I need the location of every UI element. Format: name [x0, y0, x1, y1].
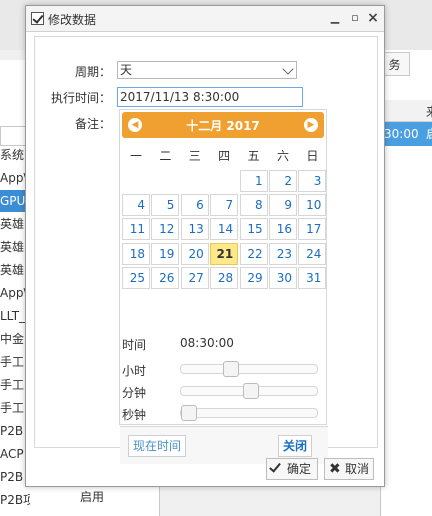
- background-list-item[interactable]: P2B项目: [0, 489, 30, 511]
- check-icon: [269, 460, 281, 473]
- hour-slider-handle[interactable]: [223, 361, 240, 377]
- background-column-header: 来: [380, 100, 432, 122]
- calendar-day[interactable]: 25: [122, 266, 150, 289]
- second-slider[interactable]: [180, 405, 318, 421]
- calendar-day[interactable]: 10: [298, 194, 327, 217]
- calendar-empty-cell: [151, 170, 180, 192]
- calendar-day[interactable]: 3: [298, 170, 327, 192]
- datepicker-header: ◀ 十二月 2017 ▶: [122, 112, 324, 138]
- datepicker-month-title[interactable]: 十二月 2017: [122, 117, 324, 134]
- weekday-label: 五: [247, 149, 260, 163]
- background-row-time: 30:00: [384, 127, 419, 141]
- calendar-day[interactable]: 17: [298, 218, 327, 241]
- background-column-header-label: 来: [426, 103, 432, 120]
- cancel-button-label: 取消: [345, 462, 370, 476]
- note-label: 备注：: [74, 117, 111, 131]
- calendar-day[interactable]: 15: [239, 218, 268, 241]
- close-x-icon: ✖: [329, 461, 341, 477]
- dialog-title: 修改数据: [48, 13, 97, 27]
- calendar-day[interactable]: 6: [180, 194, 209, 217]
- exec-time-input[interactable]: 2017/11/13 8:30:00: [117, 87, 303, 107]
- calendar-day[interactable]: 2: [269, 170, 297, 192]
- calendar-day[interactable]: 19: [151, 242, 180, 265]
- weekday-label: 六: [276, 149, 289, 163]
- dialog-form: 周期： 天 执行时间： 2017/11/13 8:30:00 备注： ◀ 十二月…: [34, 36, 378, 464]
- calendar-day[interactable]: 18: [122, 242, 150, 265]
- next-month-icon[interactable]: ▶: [304, 118, 318, 132]
- calendar-day[interactable]: 9: [269, 194, 297, 217]
- calendar-day[interactable]: 11: [122, 218, 150, 241]
- hour-slider[interactable]: [180, 361, 318, 377]
- calendar-day[interactable]: 5: [151, 194, 180, 217]
- calendar-day[interactable]: 1: [239, 170, 268, 192]
- calendar-day[interactable]: 16: [269, 218, 297, 241]
- time-label: 时间: [122, 338, 147, 352]
- edit-data-dialog: 修改数据 ▁ ▫ × 周期： 天 执行时间： 2017/11/13 8:30:0…: [25, 5, 385, 487]
- edit-icon: [31, 12, 44, 25]
- calendar-day[interactable]: 14: [210, 218, 239, 241]
- calendar-day[interactable]: 21: [210, 242, 239, 265]
- period-label: 周期：: [74, 65, 111, 79]
- weekday-label: 二: [159, 149, 172, 163]
- close-icon[interactable]: ×: [366, 11, 380, 25]
- calendar-day[interactable]: 7: [210, 194, 239, 217]
- background-search-box[interactable]: [0, 126, 26, 146]
- second-slider-handle[interactable]: [181, 405, 197, 421]
- calendar-day[interactable]: 27: [180, 266, 209, 289]
- calendar-empty-cell: [122, 170, 150, 192]
- calendar-empty-cell: [210, 170, 239, 192]
- calendar-day[interactable]: 12: [151, 218, 180, 241]
- calendar-day[interactable]: 30: [269, 266, 297, 289]
- calendar-day[interactable]: 24: [298, 242, 327, 265]
- weekday-label: 三: [188, 149, 201, 163]
- minute-slider-handle[interactable]: [243, 383, 260, 399]
- calendar-day[interactable]: 26: [151, 266, 180, 289]
- exec-time-label: 执行时间：: [50, 91, 111, 105]
- calendar-day[interactable]: 4: [122, 194, 150, 217]
- ok-button-label: 确定: [287, 462, 312, 476]
- datepicker-popup: ◀ 十二月 2017 ▶ 一二三四五六日 1 2 3 4 5 6 7 8 9 10 11 12 13 14…: [119, 109, 328, 464]
- calendar-day[interactable]: 28: [210, 266, 239, 289]
- maximize-icon[interactable]: ▫: [348, 11, 362, 25]
- calendar-empty-cell: [180, 170, 209, 192]
- cancel-button[interactable]: ✖ 取消: [324, 458, 374, 480]
- hour-label: 小时: [122, 364, 147, 378]
- calendar-day[interactable]: 13: [180, 218, 209, 241]
- period-selected-value: 天: [120, 63, 133, 77]
- calendar-day[interactable]: 8: [239, 194, 268, 217]
- period-select[interactable]: 天: [117, 61, 297, 79]
- background-row-fragment: 启: [426, 122, 432, 146]
- calendar-day[interactable]: 22: [239, 242, 268, 265]
- background-bottom-text: 启用: [80, 490, 105, 504]
- dialog-titlebar[interactable]: 修改数据 ▁ ▫ ×: [26, 6, 384, 32]
- weekday-label: 日: [306, 149, 319, 163]
- calendar-day[interactable]: 20: [180, 242, 209, 265]
- calendar-day[interactable]: 31: [298, 266, 327, 289]
- minimize-icon[interactable]: ▁: [328, 11, 342, 25]
- background-selected-row[interactable]: 30:00 启: [380, 122, 432, 146]
- ok-button[interactable]: 确定: [266, 458, 318, 480]
- weekday-label: 四: [218, 149, 231, 163]
- calendar-day[interactable]: 29: [239, 266, 268, 289]
- second-label: 秒钟: [122, 408, 147, 422]
- minute-slider[interactable]: [180, 383, 318, 399]
- weekday-label: 一: [129, 149, 142, 163]
- weekday-header: 一二三四五六日: [122, 144, 328, 164]
- dialog-footer: 确定 ✖ 取消: [26, 454, 384, 486]
- chevron-down-icon: [282, 63, 294, 75]
- calendar-day[interactable]: 23: [269, 242, 297, 265]
- minute-label: 分钟: [122, 386, 147, 400]
- time-value: 08:30:00: [180, 336, 234, 350]
